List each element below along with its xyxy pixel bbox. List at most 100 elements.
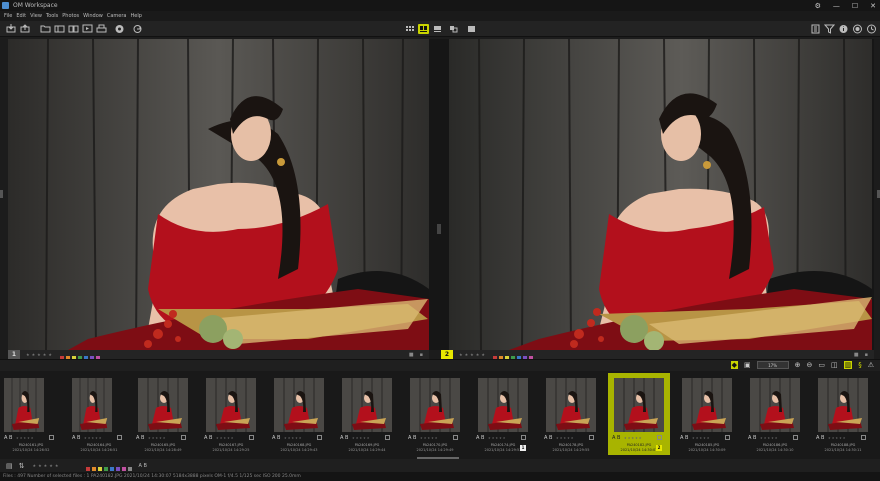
thumbnail[interactable]: A B ★★★★★ PA240168.JPG 2021/10/24 14:29:43 [268,373,330,455]
thumbnail[interactable]: A B ★★★★★ PA240165.JPG 2021/10/24 14:28:49 [132,373,194,455]
sync-icon[interactable] [132,24,143,34]
left-panel-toggle[interactable] [0,190,3,198]
warning-icon[interactable]: ⚠ [868,361,874,369]
print-icon[interactable] [96,24,107,34]
rating-filter-stars[interactable]: ★★★★★ [33,463,61,468]
ab-label[interactable]: A B [612,435,620,441]
lock-icon[interactable]: ■ [409,352,414,358]
select-checkbox[interactable] [793,435,798,440]
compare-pane-1[interactable] [8,39,429,350]
color-label-purple[interactable] [116,467,121,471]
divider-handle-icon[interactable] [437,224,441,234]
color-label-green[interactable] [104,467,109,471]
ab-label[interactable]: A B [72,435,80,441]
import-icon[interactable] [6,24,17,34]
minimize-button[interactable]: — [833,2,840,10]
trash-icon[interactable]: ▪ [420,352,423,358]
menu-file[interactable]: File [4,13,12,19]
thumbnail[interactable]: A B ★★★★★ PA240170.JPG 2021/10/24 14:29:49 [404,373,466,455]
zoom-select[interactable]: 17% [756,361,789,369]
ab-label[interactable]: A B [476,435,484,441]
thumbnail-rating[interactable]: ★★★★★ [84,436,102,440]
menu-view[interactable]: View [30,13,42,19]
record-icon[interactable] [114,24,125,34]
multi-view-icon[interactable] [448,24,459,34]
thumbnail[interactable]: A B ★★★★★ PA240182.JPG 2021/10/24 14:30:07 2 [608,373,670,455]
rating-stars[interactable]: ★★★★★ [26,352,54,357]
thumbnail-rating[interactable]: ★★★★★ [556,436,574,440]
ab-label[interactable]: A B [544,435,552,441]
select-checkbox[interactable] [249,435,254,440]
link-icon[interactable]: § [858,361,862,369]
thumbnail[interactable]: A B ★★★★★ PA240174.JPG 2021/10/24 14:29:53 1 [472,373,534,455]
ab-label[interactable]: A B [340,435,348,441]
thumbnail-rating[interactable]: ★★★★★ [692,436,710,440]
trash-icon[interactable]: ▪ [865,352,868,358]
thumbnail[interactable]: A B ★★★★★ PA240185.JPG 2021/10/24 14:30:09 [676,373,738,455]
rating-stars[interactable]: ★★★★★ [459,352,487,357]
settings-icon[interactable]: ⚙ [815,2,821,10]
zoom-out-icon[interactable]: ⊖ [806,361,812,369]
info-icon[interactable] [838,24,849,34]
thumbnail-rating[interactable]: ★★★★★ [284,436,302,440]
thumbnail[interactable]: A B ★★★★★ PA240167.JPG 2021/10/24 14:29:25 [200,373,262,455]
sync-view-icon[interactable]: ◆ [730,361,738,369]
ab-label[interactable]: A B [272,435,280,441]
zoom-in-icon[interactable]: ⊕ [795,361,801,369]
ab-label[interactable]: A B [748,435,756,441]
menu-window[interactable]: Window [83,13,103,19]
ab-filter[interactable]: A B [138,463,146,469]
close-button[interactable]: ✕ [870,2,876,10]
lock-icon[interactable]: ■ [854,352,859,358]
select-checkbox[interactable] [589,435,594,440]
thumbnail-rating[interactable]: ★★★★★ [420,436,438,440]
filter-icon[interactable] [824,24,835,34]
raw-icon[interactable] [852,24,863,34]
slideshow-icon[interactable] [82,24,93,34]
compare-view-icon[interactable] [418,24,429,34]
history-icon[interactable] [866,24,877,34]
fit-icon[interactable]: ▣ [744,361,751,369]
maximize-button[interactable]: ☐ [852,2,858,10]
thumbnail[interactable]: A B ★★★★★ PA240188.JPG 2021/10/24 14:30:11 [812,373,874,455]
thumbnail-rating[interactable]: ★★★★★ [828,436,846,440]
thumbnail-rating[interactable]: ★★★★★ [352,436,370,440]
thumbnail-rating[interactable]: ★★★★★ [216,436,234,440]
color-label-blue[interactable] [110,467,115,471]
export-icon[interactable] [20,24,31,34]
view-mode-icon[interactable]: ▤ [6,462,13,470]
thumbnail[interactable]: A B ★★★★★ PA240186.JPG 2021/10/24 14:30:10 [744,373,806,455]
pane-number-1[interactable]: 1 [8,350,20,359]
select-checkbox[interactable] [521,435,526,440]
thumbnail-rating[interactable]: ★★★★★ [16,436,34,440]
layout-icon[interactable] [54,24,65,34]
menu-tools[interactable]: Tools [46,13,58,19]
compare-pane-2[interactable] [449,39,872,350]
panel-icon[interactable] [810,24,821,34]
thumbnail[interactable]: A B ★★★★★ PA240164.JPG 2021/10/24 14:26:51 [68,373,130,455]
list-view-icon[interactable] [432,24,443,34]
folder-icon[interactable] [40,24,51,34]
menu-help[interactable]: Help [130,13,141,19]
thumbnail[interactable]: A B ★★★★★ PA240178.JPG 2021/10/24 14:29:55 [540,373,602,455]
menu-camera[interactable]: Camera [107,13,127,19]
fullscreen-icon[interactable]: ▭ [818,361,825,369]
ab-label[interactable]: A B [4,435,12,441]
highlight-icon[interactable]: ▥ [843,361,853,369]
color-label-yellow[interactable] [98,467,103,471]
ab-label[interactable]: A B [680,435,688,441]
thumbnail-rating[interactable]: ★★★★★ [488,436,506,440]
menu-edit[interactable]: Edit [16,13,26,19]
ab-label[interactable]: A B [408,435,416,441]
select-checkbox[interactable] [117,435,122,440]
select-checkbox[interactable] [453,435,458,440]
color-label-pink[interactable] [122,467,127,471]
compare-icon[interactable] [68,24,79,34]
single-view-icon[interactable] [466,24,477,34]
select-checkbox[interactable] [317,435,322,440]
color-label-orange[interactable] [92,467,97,471]
thumbnail-rating[interactable]: ★★★★★ [760,436,778,440]
menu-photos[interactable]: Photos [62,13,79,19]
thumbnail[interactable]: A B ★★★★★ PA240169.JPG 2021/10/24 14:29:44 [336,373,398,455]
ab-label[interactable]: A B [204,435,212,441]
